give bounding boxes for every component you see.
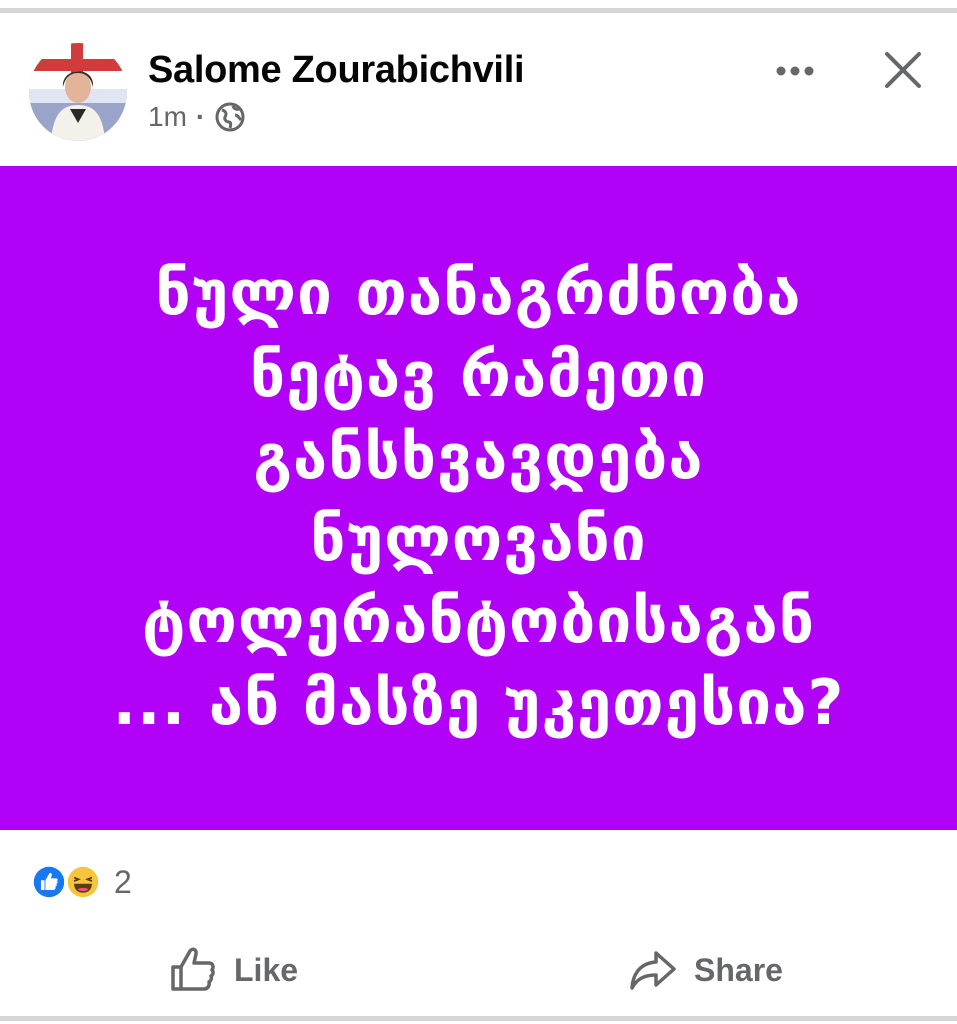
share-button[interactable]: Share <box>628 938 783 1002</box>
post-text-line: განსხვავდება <box>253 420 704 493</box>
haha-reaction-icon <box>64 863 102 901</box>
reaction-count: 2 <box>114 863 132 900</box>
like-label: Like <box>234 951 299 988</box>
globe-icon[interactable] <box>214 101 246 133</box>
close-button[interactable] <box>878 45 928 95</box>
avatar[interactable] <box>29 43 127 141</box>
post-text-line: ტოლერანტობისაგან <box>142 584 815 657</box>
post-meta: 1m · <box>148 101 246 133</box>
like-reaction-icon <box>30 863 68 901</box>
more-options-button[interactable] <box>766 51 824 91</box>
avatar-photo <box>29 43 127 141</box>
more-horizontal-icon <box>776 66 814 76</box>
thumbs-up-icon <box>171 947 215 991</box>
post-timestamp[interactable]: 1m <box>148 101 187 133</box>
post-text-line: ... ან მასზე უკეთესია? <box>112 666 845 739</box>
share-arrow-icon <box>630 951 676 990</box>
post-actions-bar: Like Share <box>0 938 957 1002</box>
bottom-divider <box>0 1016 957 1021</box>
close-icon <box>885 52 921 88</box>
reactions-summary[interactable]: 2 <box>30 862 132 902</box>
post-text-background: ნული თანაგრძნობა ნეტავ რამეთი განსხვავდე… <box>0 166 957 830</box>
meta-separator: · <box>195 101 206 132</box>
share-label: Share <box>694 951 783 988</box>
author-name[interactable]: Salome Zourabichvili <box>148 49 525 92</box>
post-text-line: ნეტავ რამეთი <box>249 338 708 411</box>
post-text-line: ნული თანაგრძნობა <box>155 256 802 329</box>
post-text-line: ნულოვანი <box>310 502 647 575</box>
like-button[interactable]: Like <box>168 938 298 1002</box>
post-header: Salome Zourabichvili 1m · <box>0 13 957 166</box>
